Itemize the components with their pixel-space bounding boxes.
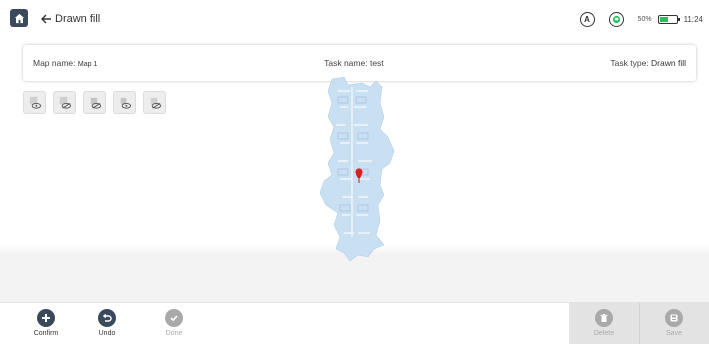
undo-label: Undo: [98, 330, 116, 337]
task-name-label: Task name:: [324, 58, 368, 68]
layer-hidden-icon: [150, 97, 162, 109]
undo-icon: [98, 309, 116, 327]
clock: 11:24: [683, 14, 703, 24]
task-info-card: Map name: Map 1 Task name: test Task typ…: [23, 45, 696, 81]
divider: [639, 303, 640, 344]
occupancy-map[interactable]: [318, 77, 398, 262]
task-type-field: Task type: Drawn fill: [610, 58, 686, 68]
map-name-label: Map name:: [33, 58, 76, 68]
battery-percent: 50%: [637, 15, 652, 23]
layer-visibility-icon: [120, 97, 132, 109]
toggle-layer-3-button[interactable]: [83, 91, 106, 114]
battery-fill: [659, 16, 668, 22]
map-area[interactable]: Map name: Map 1 Task name: test Task typ…: [0, 38, 709, 302]
toggle-layer-1-button[interactable]: [23, 91, 46, 114]
delete-button[interactable]: Delete: [582, 309, 626, 337]
task-type-label: Task type:: [610, 58, 649, 68]
save-label: Save: [666, 330, 682, 337]
map-tool-bar: [23, 91, 166, 114]
arrow-left-icon: [41, 14, 51, 24]
back-button[interactable]: Drawn fill: [40, 10, 100, 28]
layer-hidden-icon: [90, 97, 102, 109]
save-button[interactable]: Save: [652, 309, 696, 337]
bottom-action-bar: Confirm Undo Done Delete Save: [0, 302, 709, 344]
map-name-value: Map 1: [77, 61, 98, 68]
trash-icon: [595, 309, 613, 327]
robot-status-icon[interactable]: [608, 11, 624, 27]
edit-actions-panel: Delete Save: [569, 303, 709, 344]
toggle-layer-4-button[interactable]: [113, 91, 136, 114]
map-name-field: Map name: Map 1: [33, 58, 97, 68]
home-icon: [14, 13, 24, 23]
plus-icon: [37, 309, 55, 327]
task-name-value: test: [369, 58, 384, 68]
done-button[interactable]: Done: [152, 309, 196, 337]
status-area: A 50% 11:24: [579, 10, 703, 28]
save-icon: [665, 309, 683, 327]
delete-label: Delete: [593, 330, 615, 337]
undo-button[interactable]: Undo: [85, 309, 129, 337]
circle-a-icon[interactable]: A: [579, 11, 595, 27]
task-name-field: Task name: test: [324, 58, 384, 68]
confirm-button[interactable]: Confirm: [24, 309, 68, 337]
home-button[interactable]: [10, 9, 28, 27]
task-type-value: Drawn fill: [651, 58, 686, 68]
done-label: Done: [165, 330, 183, 337]
layer-visibility-icon: [29, 96, 42, 109]
mode-letter: A: [584, 14, 590, 24]
layer-hidden-icon: [59, 96, 72, 109]
toggle-layer-5-button[interactable]: [143, 91, 166, 114]
robot-icon: [612, 15, 620, 23]
toggle-layer-2-button[interactable]: [53, 91, 76, 114]
top-bar: Drawn fill A 50% 11:24: [0, 0, 709, 38]
battery-icon: [657, 14, 680, 24]
confirm-label: Confirm: [33, 330, 59, 337]
page-title: Drawn fill: [55, 13, 101, 25]
check-icon: [165, 309, 183, 327]
